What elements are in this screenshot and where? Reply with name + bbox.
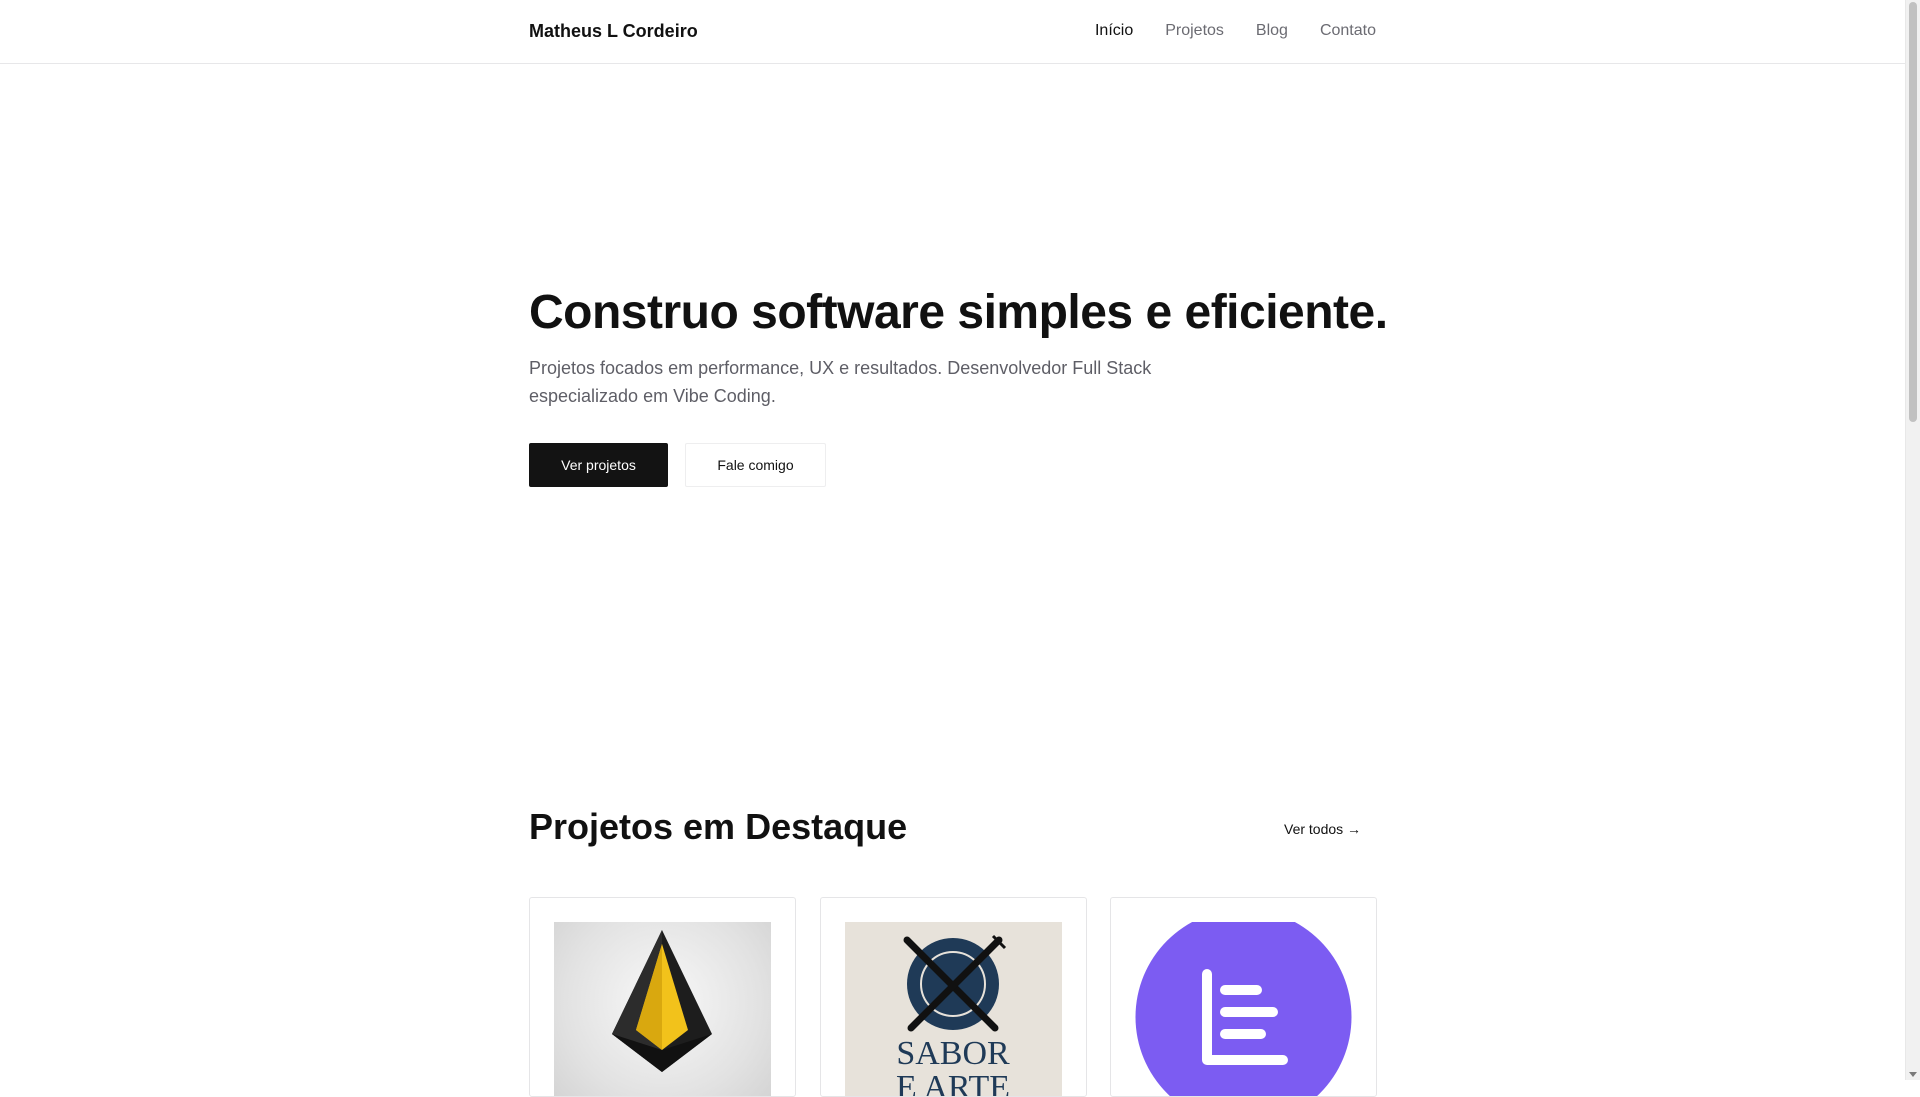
gold-diamond-logo-icon xyxy=(612,930,712,1072)
svg-text:SABOR: SABOR xyxy=(896,1035,1010,1072)
project-thumbnail-diamond xyxy=(554,922,771,1096)
chart-logo-icon xyxy=(1135,922,1352,1096)
hero-subtitle: Projetos focados em performance, UX e re… xyxy=(529,358,1152,406)
site-header: Matheus L Cordeiro Início Projetos Blog … xyxy=(0,0,1905,64)
main-nav: Início Projetos Blog Contato xyxy=(1095,22,1376,40)
hero-title: Construo software simples e eficiente. xyxy=(529,286,1388,339)
svg-text:E ARTE: E ARTE xyxy=(896,1069,1010,1097)
project-thumbnail-chart xyxy=(1135,922,1352,1096)
featured-projects-title: Projetos em Destaque xyxy=(529,806,908,847)
project-card[interactable] xyxy=(529,897,796,1097)
view-projects-button[interactable]: Ver projetos xyxy=(529,443,668,487)
vertical-scrollbar[interactable] xyxy=(1905,0,1920,1080)
scroll-down-arrow-icon[interactable] xyxy=(1909,1072,1917,1077)
project-thumbnail-sabor-e-arte: SABOR E ARTE xyxy=(845,922,1062,1097)
sabor-e-arte-logo-icon: SABOR E ARTE xyxy=(896,934,1010,1097)
scrollbar-thumb[interactable] xyxy=(1909,2,1917,422)
nav-inicio[interactable]: Início xyxy=(1095,22,1133,40)
brand-link[interactable]: Matheus L Cordeiro xyxy=(529,21,698,42)
project-card[interactable] xyxy=(1110,897,1377,1097)
nav-blog[interactable]: Blog xyxy=(1256,22,1288,40)
contact-me-button[interactable]: Fale comigo xyxy=(685,443,826,487)
nav-contato[interactable]: Contato xyxy=(1320,22,1376,40)
see-all-projects-link[interactable]: Ver todos → xyxy=(1284,821,1361,837)
project-card[interactable]: SABOR E ARTE xyxy=(820,897,1087,1097)
nav-projetos[interactable]: Projetos xyxy=(1165,22,1224,40)
